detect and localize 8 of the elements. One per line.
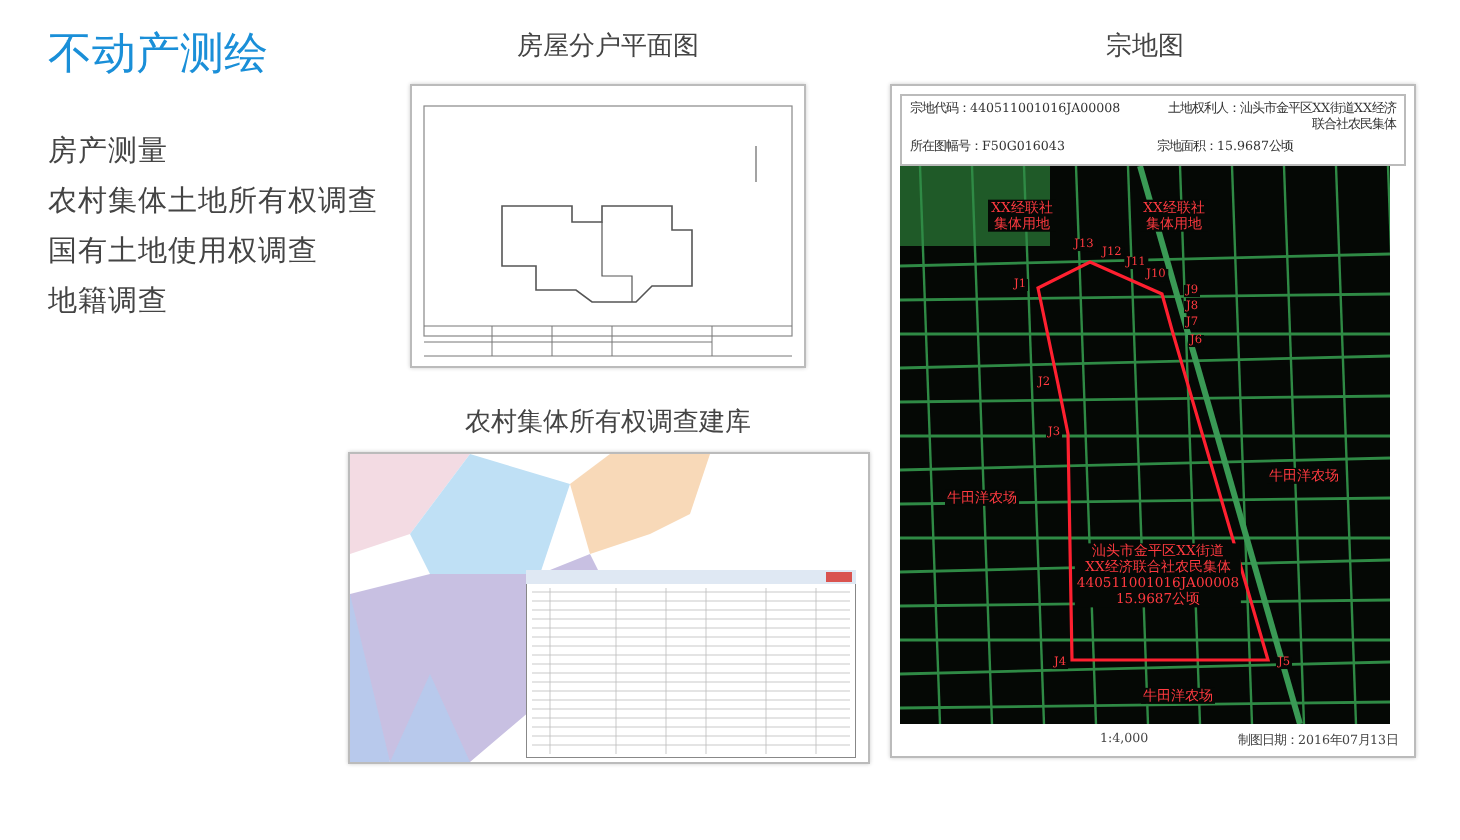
panel-title: 宗地图 [1106, 30, 1184, 64]
panel-title: 农村集体所有权调查建库 [465, 406, 751, 440]
slide-title: 不动产测绘 [48, 28, 270, 84]
panel-title: 房屋分户平面图 [517, 30, 699, 64]
topic-text: 地籍调查 [48, 284, 168, 322]
topic-text: 国有土地使用权调查 [48, 234, 318, 272]
topic-text: 农村集体土地所有权调查 [48, 184, 378, 222]
topic-text: 房产测量 [48, 133, 168, 172]
